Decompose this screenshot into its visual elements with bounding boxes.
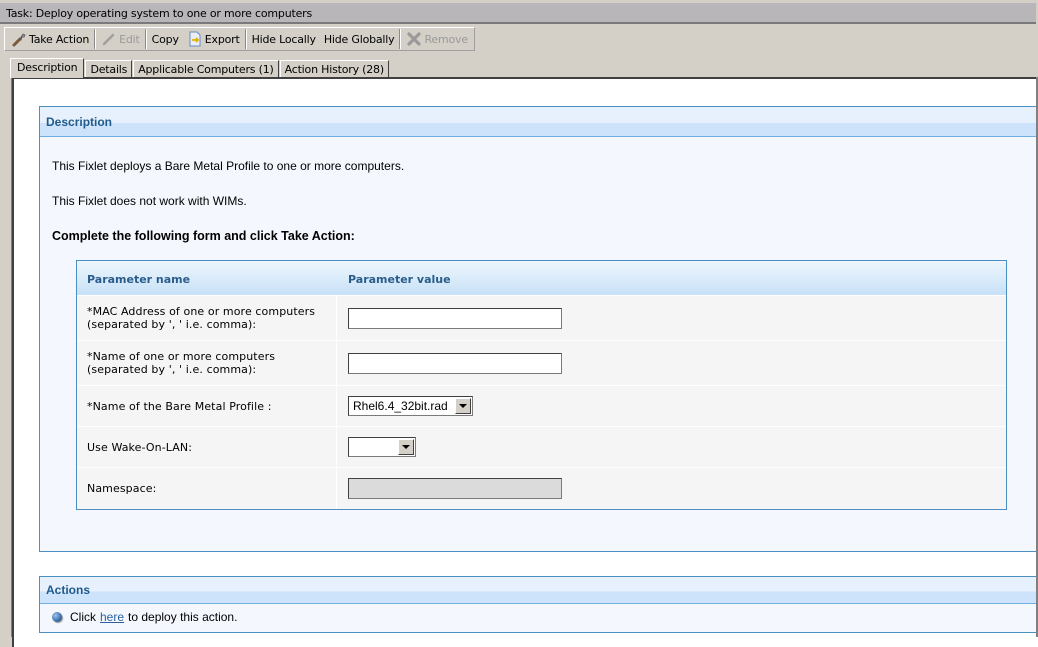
toolbar: Take Action Edit Copy Export Hide Locall… — [4, 27, 475, 51]
toolbar-separator — [244, 29, 247, 49]
tab-applicable-computers[interactable]: Applicable Computers (1) — [133, 60, 279, 78]
tab-description[interactable]: Description — [10, 58, 85, 78]
x-icon — [406, 31, 422, 47]
chevron-down-icon[interactable] — [455, 398, 471, 414]
column-header: Parameter name — [87, 273, 191, 286]
hide-globally-button[interactable]: Hide Globally — [320, 29, 399, 49]
window-title-bar: Task: Deploy operating system to one or … — [0, 3, 1036, 24]
wrench-icon — [11, 31, 27, 47]
parameter-name: *Name of the Bare Metal Profile : — [77, 386, 337, 426]
chevron-down-icon[interactable] — [398, 439, 414, 455]
hide-locally-button[interactable]: Hide Locally — [248, 29, 320, 49]
table-row: Use Wake-On-LAN: — [77, 426, 1006, 467]
action-item: Click here to deploy this action. — [40, 604, 1038, 624]
namespace-input — [348, 478, 562, 499]
form-instruction: Complete the following form and click Ta… — [52, 229, 355, 243]
parameter-table: Parameter name Parameter value *MAC Addr… — [76, 260, 1007, 510]
edit-button[interactable]: Edit — [97, 29, 144, 49]
deploy-action-link[interactable]: here — [100, 610, 124, 624]
toolbar-separator — [94, 29, 97, 49]
actions-section: Actions Click here to deploy this action… — [39, 576, 1038, 633]
description-paragraph: This Fixlet does not work with WIMs. — [52, 194, 247, 208]
table-row: *MAC Address of one or more computers (s… — [77, 295, 1006, 340]
tab-action-history[interactable]: Action History (28) — [279, 60, 389, 78]
wake-on-lan-select[interactable] — [348, 437, 416, 457]
tab-bar: Description Details Applicable Computers… — [10, 58, 390, 78]
parameter-name: *MAC Address of one or more computers (s… — [77, 296, 337, 340]
toolbar-separator — [399, 29, 402, 49]
mac-address-input[interactable] — [348, 307, 562, 329]
computer-name-input[interactable] — [348, 352, 562, 374]
take-action-button[interactable]: Take Action — [7, 29, 93, 49]
actions-heading: Actions — [40, 577, 1038, 604]
description-paragraph: This Fixlet deploys a Bare Metal Profile… — [52, 159, 405, 173]
bullet-icon — [52, 612, 62, 622]
description-section: Description This Fixlet deploys a Bare M… — [39, 106, 1038, 552]
table-header: Parameter name Parameter value — [77, 261, 1006, 295]
table-row: *Name of one or more computers (separate… — [77, 340, 1006, 385]
tab-details[interactable]: Details — [85, 60, 133, 78]
column-header: Parameter value — [348, 273, 451, 286]
window-title: Task: Deploy operating system to one or … — [6, 7, 313, 20]
left-border — [0, 77, 12, 637]
description-heading: Description — [40, 107, 1038, 137]
bare-metal-profile-select[interactable]: Rhel6.4_32bit.rad — [348, 396, 473, 416]
toolbar-separator — [144, 29, 147, 49]
export-icon — [187, 31, 203, 47]
parameter-name: Use Wake-On-LAN: — [77, 427, 337, 467]
pencil-icon — [101, 31, 117, 47]
parameter-name: Namespace: — [77, 468, 337, 509]
export-button[interactable]: Export — [183, 29, 244, 49]
parameter-name: *Name of one or more computers (separate… — [77, 341, 337, 385]
remove-button[interactable]: Remove — [402, 29, 471, 49]
table-row: *Name of the Bare Metal Profile : Rhel6.… — [77, 385, 1006, 426]
copy-button[interactable]: Copy — [148, 29, 183, 49]
table-row: Namespace: — [77, 467, 1006, 509]
